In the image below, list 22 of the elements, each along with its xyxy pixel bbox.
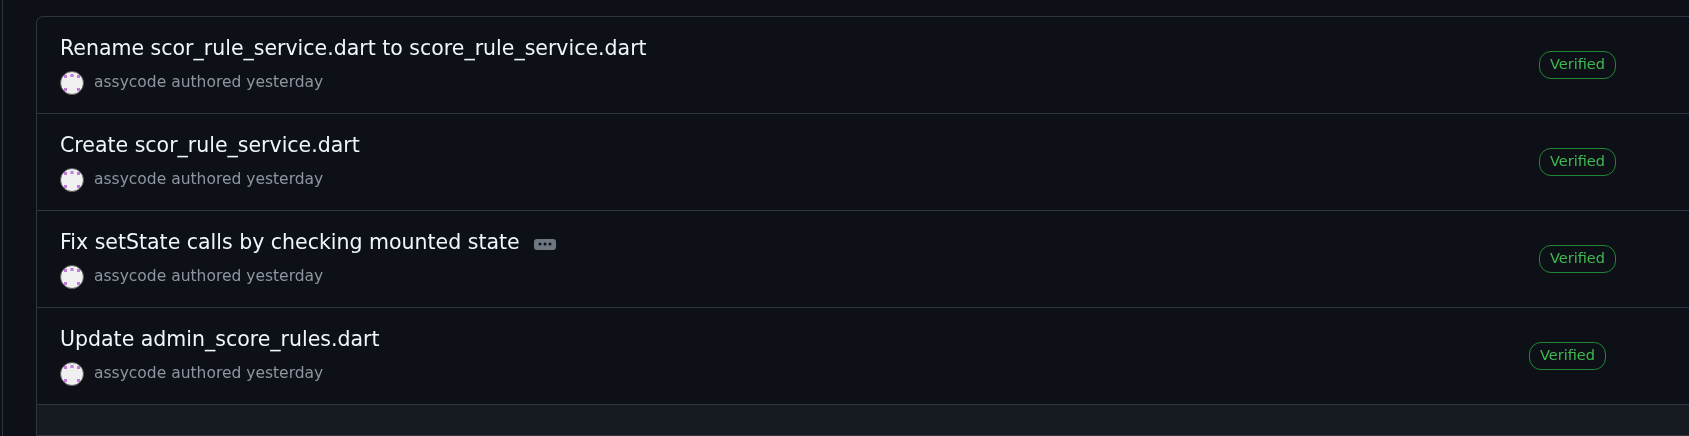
avatar-icon [60,167,84,192]
avatar-icon [60,361,84,386]
commit-title[interactable]: Fix setState calls by checking mounted state [60,229,520,254]
author-name[interactable]: assycode [94,264,167,289]
commit-time: authored yesterday [171,362,324,384]
verified-badge[interactable]: Verified [1539,148,1616,176]
author-name[interactable]: assycode [94,361,167,386]
avatar-icon [60,264,84,289]
commit-time: authored yesterday [171,168,324,190]
ellipsis-icon [537,242,552,246]
author-name[interactable]: assycode [94,70,167,95]
commit-title[interactable]: Create scor_rule_service.dart [60,132,360,157]
ellipsis-button[interactable] [533,238,556,250]
avatar-icon [60,70,84,95]
verified-badge[interactable]: Verified [1529,342,1606,370]
commit-time: authored yesterday [171,71,324,93]
verified-badge[interactable]: Verified [1539,51,1616,79]
commit-title[interactable]: Rename scor_rule_service.dart to score_rule_service.dart [60,35,647,60]
verified-badge[interactable]: Verified [1539,245,1616,273]
commit-time: authored yesterday [171,265,324,287]
author-name[interactable]: assycode [94,167,167,192]
commit-title[interactable]: Update admin_score_rules.dart [60,326,380,351]
